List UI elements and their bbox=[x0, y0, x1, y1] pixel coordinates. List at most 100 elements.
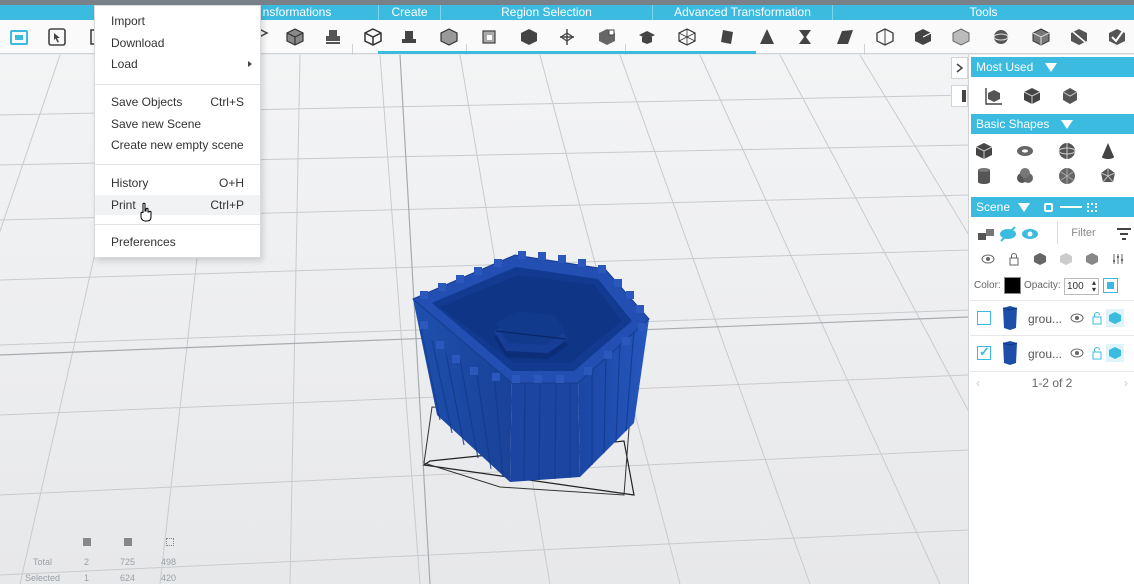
total-vertices: 498 bbox=[161, 557, 177, 567]
object-checkbox[interactable] bbox=[977, 344, 991, 360]
tools-tool-5[interactable] bbox=[1028, 24, 1054, 50]
shape-polyhedron[interactable] bbox=[1097, 165, 1119, 187]
region-tool-1[interactable] bbox=[476, 24, 502, 50]
scene-object-row[interactable]: grou... bbox=[970, 300, 1134, 336]
select-tool[interactable] bbox=[44, 24, 70, 50]
shear-icon bbox=[837, 30, 853, 44]
basic-shapes-header[interactable]: Basic Shapes bbox=[971, 114, 1134, 134]
transform-tool-3[interactable] bbox=[320, 24, 346, 50]
menu-item-save-new-scene[interactable]: Save new Scene bbox=[95, 114, 260, 134]
transform-tool-2[interactable] bbox=[282, 24, 308, 50]
scene-header[interactable]: Scene bbox=[971, 197, 1134, 217]
tools-tool-1[interactable] bbox=[872, 24, 898, 50]
most-used-header[interactable]: Most Used bbox=[971, 57, 1134, 77]
filter-options-button[interactable] bbox=[1113, 223, 1134, 245]
graduation-icon bbox=[639, 31, 655, 44]
cube-render-icon[interactable] bbox=[1106, 344, 1124, 362]
view-slider-icon[interactable] bbox=[1060, 206, 1083, 208]
most-used-shape-3[interactable] bbox=[1059, 85, 1081, 107]
panel-toggle-button[interactable] bbox=[951, 85, 968, 107]
pager-next-icon[interactable]: › bbox=[1124, 374, 1128, 392]
menu-item-print[interactable]: Print Ctrl+P bbox=[95, 195, 260, 215]
unlock-icon[interactable] bbox=[1090, 346, 1104, 360]
create-tool-1[interactable] bbox=[360, 24, 386, 50]
hide-all-toggle[interactable] bbox=[997, 223, 1019, 245]
object-name[interactable]: grou... bbox=[1028, 312, 1062, 326]
color-label: Color: bbox=[974, 280, 1001, 291]
sliders-icon[interactable] bbox=[1111, 252, 1125, 266]
hat-shape-icon bbox=[402, 31, 416, 43]
scene-object-row[interactable]: grou... bbox=[970, 336, 1134, 372]
shape-torus[interactable] bbox=[1014, 140, 1036, 162]
advanced-tool-6[interactable] bbox=[832, 24, 858, 50]
menu-item-label: Load bbox=[111, 57, 138, 71]
shape-sphere[interactable] bbox=[1056, 140, 1078, 162]
menu-item-history[interactable]: History O+H bbox=[95, 173, 260, 193]
eye-icon[interactable] bbox=[1070, 346, 1084, 360]
menu-item-save-objects[interactable]: Save Objects Ctrl+S bbox=[95, 92, 260, 112]
category-region-selection[interactable]: Region Selection bbox=[440, 5, 652, 20]
region-tool-3[interactable] bbox=[554, 24, 580, 50]
shape-geosphere[interactable] bbox=[1056, 165, 1078, 187]
scene-pager: ‹ 1-2 of 2 › bbox=[970, 374, 1134, 392]
tools-tool-7[interactable] bbox=[1104, 24, 1130, 50]
new-object-tool[interactable] bbox=[6, 24, 32, 50]
opacity-input[interactable]: 100 ▴ ▾ bbox=[1064, 278, 1099, 295]
menu-item-preferences[interactable]: Preferences bbox=[95, 232, 260, 252]
transparent-cube-icon[interactable] bbox=[1059, 252, 1073, 266]
shape-cube[interactable] bbox=[973, 140, 995, 162]
stamp-icon bbox=[326, 30, 340, 44]
advanced-tool-2[interactable] bbox=[674, 24, 700, 50]
tools-tool-4[interactable] bbox=[988, 24, 1014, 50]
total-label: Total bbox=[33, 557, 53, 567]
shape-cylinder[interactable] bbox=[973, 165, 995, 187]
color-swatch[interactable] bbox=[1004, 277, 1021, 294]
category-advanced-transformation[interactable]: Advanced Transformation bbox=[652, 5, 832, 20]
menu-item-label: Download bbox=[111, 36, 165, 50]
advanced-tool-3[interactable] bbox=[714, 24, 740, 50]
most-used-shape-2[interactable] bbox=[1021, 85, 1043, 107]
triangle-down-icon bbox=[1044, 63, 1057, 72]
show-all-toggle[interactable] bbox=[1019, 223, 1041, 245]
eye-icon[interactable] bbox=[1070, 311, 1084, 325]
unlock-icon[interactable] bbox=[1090, 311, 1104, 325]
collapse-panel-button[interactable] bbox=[951, 57, 968, 79]
tools-tool-3[interactable] bbox=[948, 24, 974, 50]
mesh-cube-icon bbox=[678, 28, 696, 46]
tools-tool-6[interactable] bbox=[1066, 24, 1092, 50]
shape-knot[interactable] bbox=[1014, 165, 1036, 187]
menu-item-load[interactable]: Load bbox=[95, 54, 260, 74]
apply-opacity-button[interactable] bbox=[1103, 278, 1118, 293]
box-open-icon bbox=[364, 28, 382, 46]
lock-icon[interactable] bbox=[1007, 252, 1021, 266]
scene-filter-input[interactable]: Filter bbox=[1057, 222, 1109, 244]
create-tool-3[interactable] bbox=[436, 24, 462, 50]
menu-item-import[interactable]: Import bbox=[95, 11, 260, 31]
most-used-shape-1[interactable] bbox=[983, 85, 1005, 107]
cube-icon bbox=[286, 28, 304, 46]
menu-item-download[interactable]: Download bbox=[95, 33, 260, 53]
tools-tool-2[interactable] bbox=[910, 24, 936, 50]
shape-cone[interactable] bbox=[1097, 140, 1119, 162]
menu-item-create-new-empty-scene[interactable]: Create new empty scene bbox=[95, 135, 260, 155]
selected-faces: 624 bbox=[120, 573, 136, 583]
cube-render-icon[interactable] bbox=[1106, 309, 1124, 327]
wire-cube-icon[interactable] bbox=[1085, 252, 1099, 266]
solid-cube-icon[interactable] bbox=[1033, 252, 1047, 266]
advanced-tool-1[interactable] bbox=[634, 24, 660, 50]
stepper-arrows-icon[interactable]: ▴ ▾ bbox=[1092, 279, 1096, 294]
region-tool-4[interactable] bbox=[594, 24, 620, 50]
region-tool-2[interactable] bbox=[516, 24, 542, 50]
create-tool-2[interactable] bbox=[396, 24, 422, 50]
scene-objects-toggle[interactable] bbox=[975, 223, 997, 245]
object-checkbox[interactable] bbox=[977, 311, 991, 325]
advanced-tool-5[interactable] bbox=[792, 24, 818, 50]
category-tools[interactable]: Tools bbox=[832, 5, 1134, 20]
eye-icon[interactable] bbox=[981, 252, 995, 266]
advanced-tool-4[interactable] bbox=[754, 24, 780, 50]
object-name[interactable]: grou... bbox=[1028, 347, 1062, 361]
view-grid-icon[interactable] bbox=[1087, 203, 1098, 212]
category-create[interactable]: Create bbox=[378, 5, 440, 20]
view-single-icon[interactable] bbox=[1043, 203, 1053, 212]
pager-prev-icon[interactable]: ‹ bbox=[976, 374, 980, 392]
